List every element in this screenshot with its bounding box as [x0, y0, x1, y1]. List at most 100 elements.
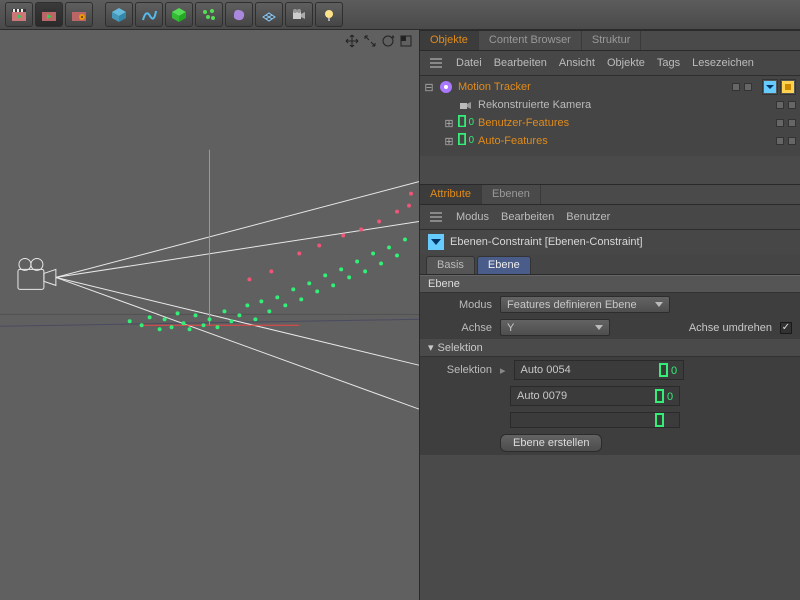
- row-achse: Achse Y Achse umdrehen: [420, 316, 800, 339]
- group-ebene: Ebene Modus Features definieren Ebene Ac…: [420, 274, 800, 455]
- generator-icon: [171, 7, 187, 23]
- tree-row-auto-features[interactable]: ⊞ 0 Auto-Features: [424, 132, 796, 150]
- tree-row-flags: [732, 83, 752, 91]
- attribute-title: Ebenen-Constraint [Ebenen-Constraint]: [450, 236, 643, 248]
- menu-objekte[interactable]: Objekte: [607, 57, 645, 69]
- tab-ebenen[interactable]: Ebenen: [482, 185, 541, 204]
- selection-slot-empty[interactable]: [510, 412, 680, 428]
- deformer-icon: [231, 7, 247, 23]
- tool-clapper-a[interactable]: [5, 2, 33, 27]
- layer-zero-icon: 0: [458, 115, 474, 131]
- subheader-label: Selektion: [438, 342, 483, 354]
- tag-slot[interactable]: [780, 79, 796, 95]
- tool-spline[interactable]: [135, 2, 163, 27]
- tree-row-camera[interactable]: Rekonstruierte Kamera: [424, 96, 796, 114]
- row-selektion-1: Auto 0079 0: [420, 383, 800, 409]
- attr-tab-ebene[interactable]: Ebene: [477, 256, 531, 274]
- top-toolbar: [0, 0, 800, 30]
- motion-tracker-icon: [438, 79, 454, 95]
- attr-tab-basis[interactable]: Basis: [426, 256, 475, 274]
- camera-small-icon: [458, 97, 474, 113]
- label-modus: Modus: [428, 299, 492, 311]
- svg-text:0: 0: [671, 365, 677, 377]
- menu-tags[interactable]: Tags: [657, 57, 680, 69]
- camera-icon: [291, 7, 307, 23]
- tab-attribute[interactable]: Attribute: [420, 185, 482, 204]
- tab-objekte[interactable]: Objekte: [420, 31, 479, 50]
- light-icon: [321, 7, 337, 23]
- tree-label[interactable]: Auto-Features: [478, 135, 548, 147]
- tab-struktur[interactable]: Struktur: [582, 31, 642, 50]
- row-selektion-0: Selektion ▸ Auto 0054 0: [420, 357, 800, 383]
- tool-clapper-gear[interactable]: [65, 2, 93, 27]
- tool-blob[interactable]: [225, 2, 253, 27]
- tree-label[interactable]: Rekonstruierte Kamera: [478, 99, 591, 111]
- menu-modus[interactable]: Modus: [456, 211, 489, 223]
- tool-clapper-b[interactable]: [35, 2, 63, 27]
- tool-light[interactable]: [315, 2, 343, 27]
- subheader-selektion[interactable]: ▾Selektion: [420, 339, 800, 357]
- clapper-icon: [11, 7, 27, 23]
- tool-grid[interactable]: [255, 2, 283, 27]
- constraint-tag-icon: [428, 234, 444, 250]
- menu-bearbeiten-attr[interactable]: Bearbeiten: [501, 211, 554, 223]
- menu-ansicht[interactable]: Ansicht: [559, 57, 595, 69]
- attribute-header: Ebenen-Constraint [Ebenen-Constraint]: [420, 230, 800, 254]
- attributes-menubar: Modus Bearbeiten Benutzer: [420, 205, 800, 230]
- label-achse-umdrehen: Achse umdrehen: [689, 322, 772, 334]
- objects-panel: Objekte Content Browser Struktur Datei B…: [420, 30, 800, 156]
- row-create-plane: Ebene erstellen: [420, 431, 800, 455]
- label-achse: Achse: [428, 322, 492, 334]
- create-plane-button[interactable]: Ebene erstellen: [500, 434, 602, 452]
- menu-benutzer[interactable]: Benutzer: [566, 211, 610, 223]
- menu-bearbeiten[interactable]: Bearbeiten: [494, 57, 547, 69]
- attributes-tabs: Attribute Ebenen: [420, 185, 800, 205]
- expand-icon[interactable]: ⊞: [444, 135, 454, 148]
- row-selektion-empty: [420, 409, 800, 431]
- panel-handle-icon[interactable]: [428, 209, 444, 225]
- render-dot[interactable]: [744, 83, 752, 91]
- tag-slot[interactable]: [762, 79, 778, 95]
- particles-icon: [201, 7, 217, 23]
- viewport[interactable]: [0, 30, 420, 600]
- svg-text:0: 0: [469, 117, 474, 128]
- menu-lesezeichen[interactable]: Lesezeichen: [692, 57, 754, 69]
- tool-cube[interactable]: [105, 2, 133, 27]
- panel-handle-icon[interactable]: [428, 55, 444, 71]
- right-sidebar: Objekte Content Browser Struktur Datei B…: [420, 30, 800, 600]
- menu-datei[interactable]: Datei: [456, 57, 482, 69]
- tree-row-motion-tracker[interactable]: ⊟ Motion Tracker: [424, 78, 796, 96]
- svg-text:0: 0: [667, 391, 673, 403]
- group-header-ebene: Ebene: [420, 275, 800, 293]
- layer-zero-icon: 0: [659, 363, 677, 377]
- combo-value: Features definieren Ebene: [507, 299, 637, 311]
- row-modus: Modus Features definieren Ebene: [420, 293, 800, 316]
- expand-icon[interactable]: ⊞: [444, 117, 454, 130]
- link-arrow-icon[interactable]: ▸: [500, 364, 506, 377]
- floor-icon: [261, 7, 277, 23]
- object-tree: ⊟ Motion Tracker Rekonstruierte Kamera: [420, 76, 800, 156]
- checkbox-achse-umdrehen[interactable]: [780, 322, 792, 334]
- collapse-icon[interactable]: ⊟: [424, 81, 434, 94]
- tool-camera[interactable]: [285, 2, 313, 27]
- chevron-down-icon: [595, 325, 603, 330]
- tag-slots: [762, 79, 796, 95]
- combo-achse[interactable]: Y: [500, 319, 610, 336]
- visibility-dot[interactable]: [732, 83, 740, 91]
- combo-modus[interactable]: Features definieren Ebene: [500, 296, 670, 313]
- spline-icon: [141, 7, 157, 23]
- tool-cube-plus[interactable]: [165, 2, 193, 27]
- selection-slot-0[interactable]: Auto 0054 0: [514, 360, 684, 380]
- selection-slot-1[interactable]: Auto 0079 0: [510, 386, 680, 406]
- layer-zero-icon: [655, 413, 673, 427]
- viewport-canvas: [0, 30, 419, 599]
- tree-row-user-features[interactable]: ⊞ 0 Benutzer-Features: [424, 114, 796, 132]
- selection-value: Auto 0079: [517, 390, 567, 402]
- tree-label[interactable]: Benutzer-Features: [478, 117, 569, 129]
- tool-particles[interactable]: [195, 2, 223, 27]
- objects-menubar: Datei Bearbeiten Ansicht Objekte Tags Le…: [420, 51, 800, 76]
- svg-text:0: 0: [469, 135, 474, 146]
- tree-label[interactable]: Motion Tracker: [458, 81, 531, 93]
- tab-content-browser[interactable]: Content Browser: [479, 31, 582, 50]
- clapper-gear-icon: [71, 7, 87, 23]
